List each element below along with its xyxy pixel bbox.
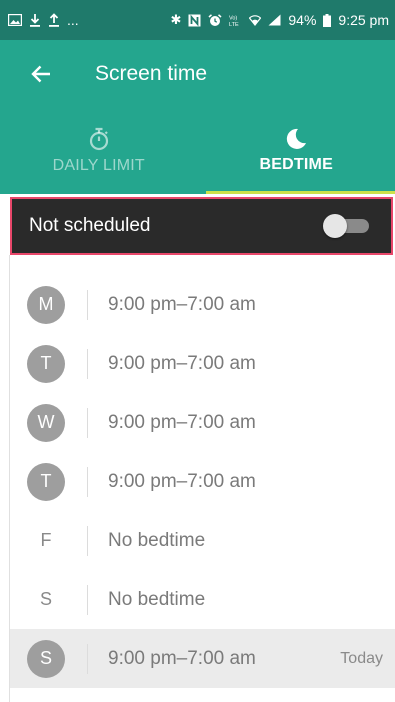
day-row-monday[interactable]: M 9:00 pm–7:00 am [10, 275, 395, 334]
schedule-toggle-switch[interactable] [323, 214, 369, 238]
day-row-wednesday[interactable]: W 9:00 pm–7:00 am [10, 393, 395, 452]
svg-text:Vo): Vo) [229, 15, 237, 21]
tab-daily-limit[interactable]: DAILY LIMIT [0, 108, 198, 194]
bedtime-day-list: M 9:00 pm–7:00 am T 9:00 pm–7:00 am W 9:… [10, 275, 395, 688]
back-button[interactable] [14, 47, 68, 101]
status-bar: ... ✱ Vo) LTE 94% 9:25 pm [0, 0, 395, 40]
day-row-tuesday[interactable]: T 9:00 pm–7:00 am [10, 334, 395, 393]
divider [87, 525, 88, 556]
tab-bar: DAILY LIMIT BEDTIME [0, 108, 395, 194]
status-bar-left: ... [8, 12, 79, 28]
day-letter: F [40, 530, 52, 550]
image-icon [8, 14, 22, 26]
tab-bedtime[interactable]: BEDTIME [198, 108, 395, 194]
divider [87, 643, 88, 674]
battery-percentage: 94% [288, 12, 317, 28]
day-letter: T [27, 344, 65, 383]
tab-bedtime-label: BEDTIME [259, 156, 333, 173]
bedtime-range: No bedtime [108, 588, 206, 610]
back-arrow-icon [31, 65, 50, 83]
tab-daily-limit-label: DAILY LIMIT [52, 157, 145, 174]
wifi-icon [249, 15, 262, 26]
today-badge: Today [340, 649, 383, 667]
svg-text:LTE: LTE [229, 22, 239, 27]
toggle-thumb [323, 214, 347, 238]
day-row-saturday[interactable]: S No bedtime [10, 570, 395, 629]
moon-icon [287, 128, 307, 149]
bluetooth-icon: ✱ [170, 12, 182, 28]
schedule-toggle-row[interactable]: Not scheduled [10, 197, 393, 255]
day-letter: M [27, 285, 65, 324]
divider [87, 289, 88, 320]
battery-icon [323, 13, 332, 27]
status-time: 9:25 pm [338, 12, 389, 28]
schedule-status-label: Not scheduled [29, 215, 151, 236]
bedtime-range: 9:00 pm–7:00 am [108, 352, 256, 374]
alarm-icon [208, 13, 222, 26]
day-letter: S [39, 589, 52, 609]
signal-icon [268, 14, 281, 26]
day-letter: S [27, 639, 65, 678]
day-row-sunday[interactable]: S 9:00 pm–7:00 am Today [10, 629, 395, 688]
day-letter: W [27, 403, 65, 442]
day-row-thursday[interactable]: T 9:00 pm–7:00 am [10, 452, 395, 511]
status-bar-right: ✱ Vo) LTE 94% 9:25 pm [170, 12, 389, 28]
upload-icon [49, 13, 59, 27]
page-title: Screen time [95, 62, 208, 85]
stopwatch-icon [89, 127, 108, 151]
bedtime-range: No bedtime [108, 529, 206, 551]
bedtime-range: 9:00 pm–7:00 am [108, 470, 256, 492]
divider [87, 466, 88, 497]
divider [87, 584, 88, 615]
bedtime-range: 9:00 pm–7:00 am [108, 411, 256, 433]
app-bar: Screen time [0, 40, 395, 108]
bedtime-range: 9:00 pm–7:00 am [108, 647, 256, 669]
day-row-friday[interactable]: F No bedtime [10, 511, 395, 570]
divider [87, 407, 88, 438]
nfc-icon [188, 14, 201, 26]
bedtime-range: 9:00 pm–7:00 am [108, 293, 256, 315]
download-icon [30, 14, 40, 27]
divider [87, 348, 88, 379]
notification-overflow: ... [67, 12, 79, 28]
day-letter: T [27, 462, 65, 501]
volte-icon: Vo) LTE [229, 15, 239, 27]
